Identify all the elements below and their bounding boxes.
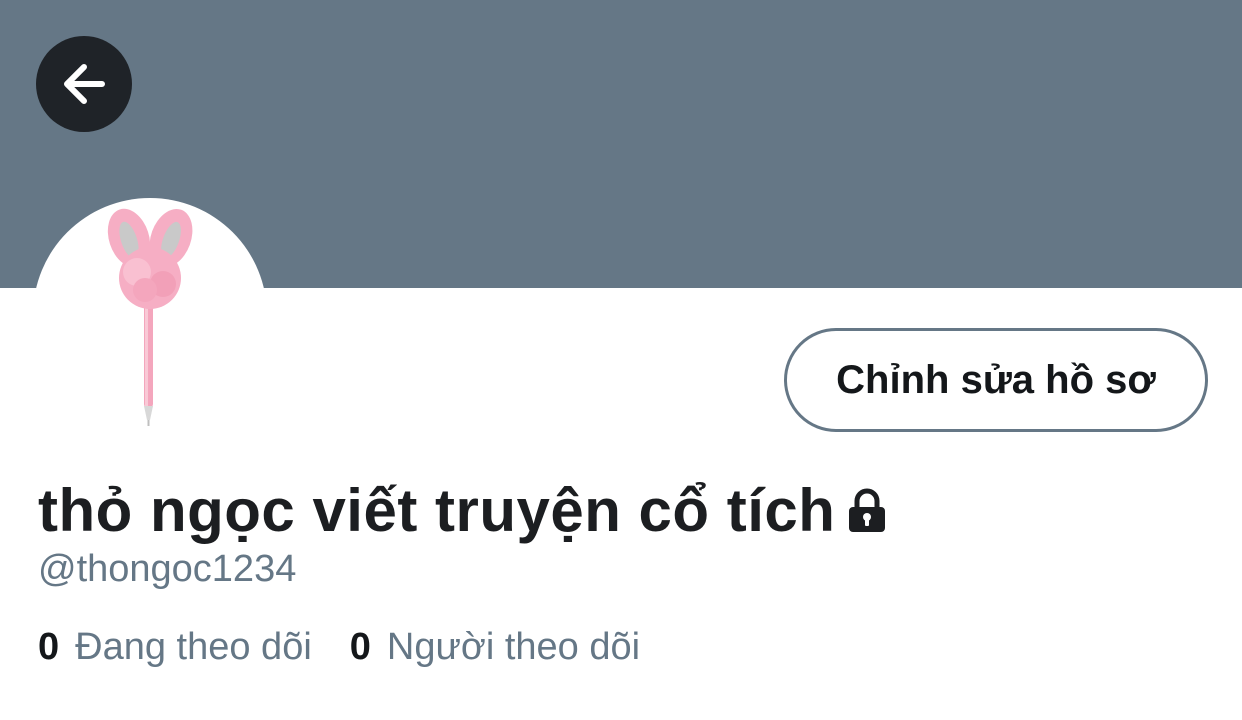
- arrow-left-icon: [58, 58, 110, 110]
- edit-profile-button[interactable]: Chỉnh sửa hồ sơ: [784, 328, 1208, 432]
- display-name-row: thỏ ngọc viết truyện cổ tích: [38, 470, 891, 550]
- followers-label: Người theo dõi: [386, 625, 641, 668]
- back-button[interactable]: [36, 36, 132, 132]
- following-count: 0: [38, 625, 60, 668]
- following-stat[interactable]: 0 Đang theo dõi: [38, 626, 312, 669]
- avatar[interactable]: [33, 198, 267, 432]
- following-label: Đang theo dõi: [75, 625, 312, 668]
- pink-bunny-pen-image: [107, 208, 193, 426]
- edit-profile-label: Chỉnh sửa hồ sơ: [836, 357, 1156, 402]
- followers-stat[interactable]: 0 Người theo dõi: [350, 626, 640, 669]
- lock-icon: [843, 486, 891, 534]
- followers-count: 0: [349, 625, 371, 668]
- follow-stats: 0 Đang theo dõi 0 Người theo dõi: [38, 622, 640, 672]
- profile-page: Chỉnh sửa hồ sơ thỏ ngọc viết truyện cổ …: [0, 0, 1242, 720]
- profile-handle: @thongoc1234: [38, 548, 297, 590]
- display-name: thỏ ngọc viết truyện cổ tích: [38, 476, 836, 544]
